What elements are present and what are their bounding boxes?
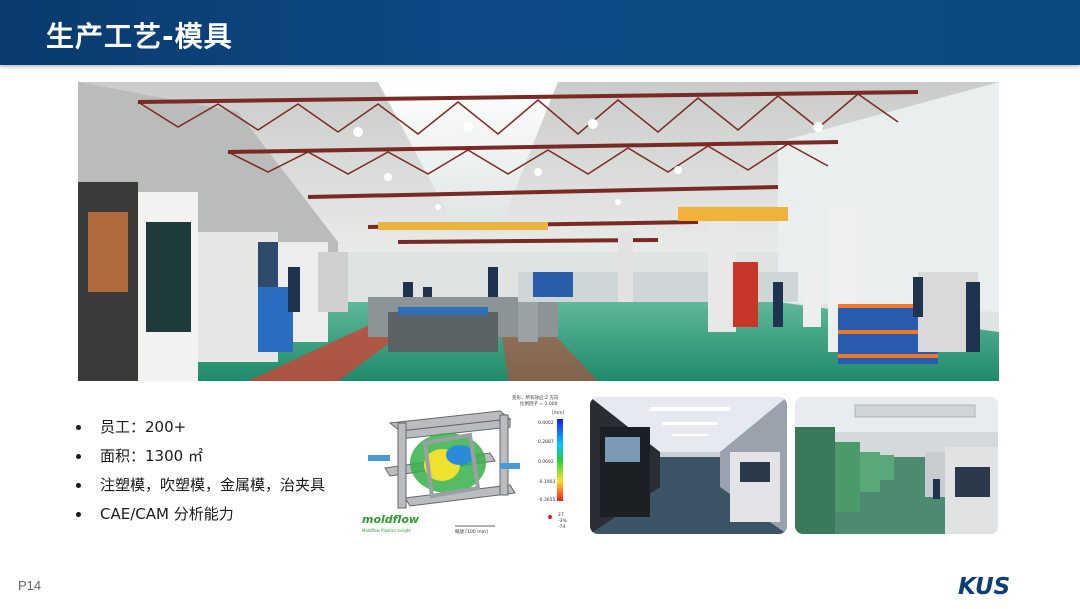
workshop-photo-1 <box>590 397 787 534</box>
scale-value: -0.3655 <box>538 497 556 503</box>
scale-label: 缩放 [100 mm] <box>455 528 488 535</box>
list-item: 面积：1300 ㎡ <box>76 446 366 475</box>
moldflow-title-2: 比例因子 = 1.000 <box>520 400 558 407</box>
bullet-dot-icon <box>76 425 81 430</box>
logo-text: KUS <box>958 574 1011 600</box>
factory-photo <box>78 82 999 381</box>
page-number: P14 <box>18 578 42 593</box>
axis-label: 27 <box>558 512 564 518</box>
scale-value: 0.0692 <box>538 459 554 465</box>
page-title: 生产工艺-模具 <box>46 20 233 53</box>
workshop-photo-2 <box>795 397 998 534</box>
moldflow-analysis-figure: 变形，所有效应:Z 方向 比例因子 = 1.000 [mm] 0.4002 0.… <box>360 393 580 538</box>
feature-list: 员工：200+ 面积：1300 ㎡ 注塑模，吹塑模，金属模，治夹具 CAE/CA… <box>76 417 366 533</box>
axis-label: -74 <box>558 524 565 530</box>
scale-value: 0.4002 <box>538 420 554 426</box>
list-item: 员工：200+ <box>76 417 366 446</box>
bullet-dot-icon <box>76 512 81 517</box>
list-item: CAE/CAM 分析能力 <box>76 504 366 533</box>
scale-value: 0.2887 <box>538 439 554 445</box>
axis-label: -3% <box>558 518 567 524</box>
bullet-dot-icon <box>76 483 81 488</box>
list-item: 注塑模，吹塑模，金属模，治夹具 <box>76 475 366 504</box>
kus-logo: KUS <box>958 574 1022 600</box>
bullet-dot-icon <box>76 454 81 459</box>
header-bar: 生产工艺-模具 <box>0 0 1080 65</box>
moldflow-logo-sub: Moldflow Plastics Insight <box>362 528 411 533</box>
moldflow-title-1: 变形，所有效应:Z 方向 <box>512 394 559 401</box>
moldflow-unit: [mm] <box>552 410 565 416</box>
scale-value: -0.1903 <box>538 479 556 485</box>
moldflow-logo: moldflow <box>362 513 420 526</box>
